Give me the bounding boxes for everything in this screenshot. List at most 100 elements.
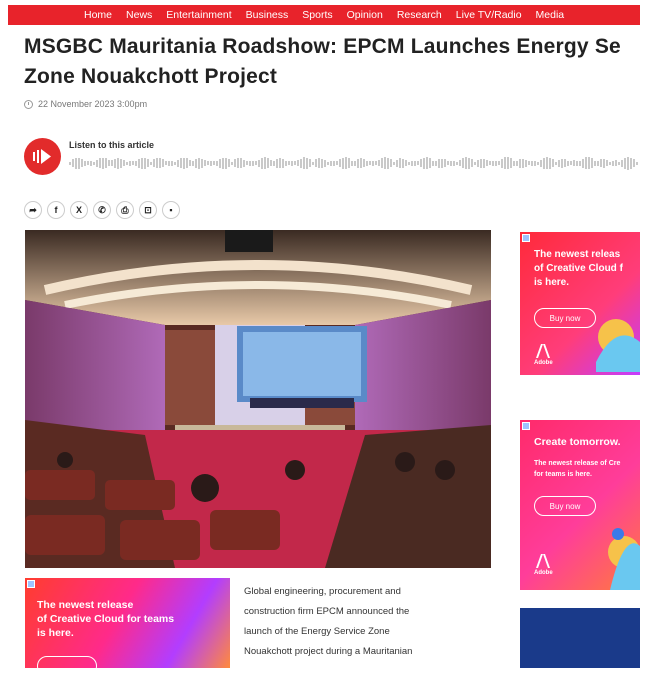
waveform-bar — [123, 160, 125, 166]
share-bar: ➦ f X ✆ ⎙ ⊡ ▪ — [24, 201, 180, 219]
waveform-bar — [78, 157, 80, 169]
print-icon[interactable]: ⎙ — [116, 201, 134, 219]
waveform-bar — [501, 158, 503, 168]
waveform-bar — [312, 161, 314, 165]
waveform-bar — [120, 158, 122, 168]
side-ad-1[interactable]: The newest releas of Creative Cloud f is… — [520, 232, 640, 375]
waveform-bar — [249, 160, 251, 166]
waveform-bar — [261, 157, 263, 169]
waveform-bar — [525, 159, 527, 167]
side-ad-1-line-1: The newest releas — [534, 249, 621, 260]
waveform-bar — [150, 161, 152, 165]
waveform-bar — [363, 159, 365, 167]
waveform-bar — [579, 160, 581, 166]
waveform-bar — [393, 161, 395, 165]
waveform-bar — [198, 157, 200, 169]
share-icon[interactable]: ➦ — [24, 201, 42, 219]
side-ad-2-buy-button[interactable]: Buy now — [534, 496, 596, 516]
nav-live-tv-radio[interactable]: Live TV/Radio — [456, 9, 522, 21]
waveform-bar — [573, 160, 575, 166]
nav-opinion[interactable]: Opinion — [347, 9, 383, 21]
waveform-bar — [354, 160, 356, 166]
adchoices-icon[interactable] — [522, 234, 530, 242]
waveform-bar — [309, 159, 311, 167]
waveform-bar — [480, 158, 482, 168]
adobe-logo-icon — [536, 554, 550, 568]
waveform-bar — [540, 159, 542, 167]
inline-ad[interactable]: The newest release of Creative Cloud for… — [25, 578, 230, 668]
nav-sports[interactable]: Sports — [302, 9, 332, 21]
waveform-bar — [138, 158, 140, 168]
waveform-bar — [216, 160, 218, 166]
waveform-bar — [279, 158, 281, 168]
nav-media[interactable]: Media — [536, 9, 565, 21]
title-line-1: MSGBC Mauritania Roadshow: EPCM Launches… — [24, 35, 621, 58]
waveform-bar — [462, 158, 464, 168]
audio-waveform[interactable] — [69, 156, 640, 170]
ad-artwork — [596, 319, 640, 372]
nav-entertainment[interactable]: Entertainment — [166, 9, 231, 21]
waveform-bar — [378, 160, 380, 166]
side-ad-2[interactable]: Create tomorrow. The newest release of C… — [520, 420, 640, 590]
side-ad-2-title: Create tomorrow. — [534, 436, 621, 448]
waveform-bar — [240, 158, 242, 168]
waveform-bar — [624, 157, 626, 169]
waveform-bar — [255, 161, 257, 165]
waveform-bar — [519, 158, 521, 168]
waveform-bar — [147, 159, 149, 167]
waveform-bar — [555, 161, 557, 165]
waveform-bar — [171, 160, 173, 166]
adobe-logo-icon — [536, 344, 550, 358]
waveform-bar — [303, 157, 305, 169]
play-audio-icon — [33, 149, 51, 164]
waveform-bar — [414, 160, 416, 166]
side-ad-3[interactable] — [520, 608, 640, 668]
waveform-bar — [102, 157, 104, 169]
inline-ad-button[interactable] — [37, 656, 97, 668]
waveform-bar — [522, 158, 524, 168]
waveform-bar — [213, 161, 215, 165]
waveform-bar — [204, 160, 206, 166]
waveform-bar — [336, 161, 338, 165]
waveform-bar — [615, 160, 617, 166]
whatsapp-icon[interactable]: ✆ — [93, 201, 111, 219]
waveform-bar — [360, 158, 362, 168]
waveform-bar — [207, 161, 209, 165]
waveform-bar — [156, 158, 158, 168]
facebook-icon[interactable]: f — [47, 201, 65, 219]
waveform-bar — [297, 160, 299, 166]
waveform-bar — [513, 160, 515, 166]
waveform-bar — [327, 161, 329, 165]
waveform-bar — [420, 159, 422, 167]
bookmark-icon[interactable]: ⊡ — [139, 201, 157, 219]
nav-business[interactable]: Business — [246, 9, 289, 21]
adchoices-icon[interactable] — [27, 580, 35, 588]
waveform-bar — [489, 161, 491, 165]
waveform-bar — [339, 159, 341, 167]
nav-home[interactable]: Home — [84, 9, 112, 21]
nav-research[interactable]: Research — [397, 9, 442, 21]
waveform-bar — [516, 160, 518, 166]
waveform-bar — [486, 160, 488, 166]
nav-news[interactable]: News — [126, 9, 152, 21]
waveform-bar — [474, 161, 476, 165]
waveform-bar — [132, 161, 134, 165]
waveform-bar — [177, 159, 179, 167]
waveform-bar — [549, 157, 551, 169]
adchoices-icon[interactable] — [522, 422, 530, 430]
title-line-2: Zone Nouakchott Project — [24, 65, 278, 88]
inline-ad-text: The newest release of Creative Cloud for… — [37, 598, 174, 640]
play-button[interactable] — [24, 138, 61, 175]
comment-icon[interactable]: ▪ — [162, 201, 180, 219]
waveform-bar — [387, 157, 389, 169]
side-ad-2-line-2: for teams is here. — [534, 471, 592, 478]
x-icon[interactable]: X — [70, 201, 88, 219]
waveform-bar — [180, 158, 182, 168]
waveform-bar — [69, 161, 71, 165]
waveform-bar — [234, 159, 236, 167]
waveform-bar — [264, 157, 266, 169]
waveform-bar — [276, 158, 278, 168]
waveform-bar — [504, 157, 506, 169]
waveform-bar — [600, 159, 602, 167]
waveform-bar — [630, 157, 632, 169]
